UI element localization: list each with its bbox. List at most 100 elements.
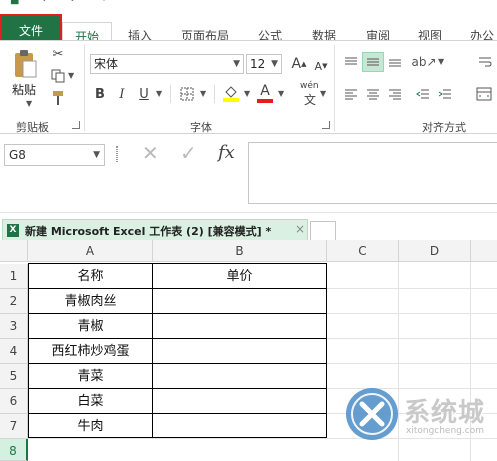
column-header[interactable]: A (28, 240, 153, 262)
row-header[interactable]: 3 (0, 314, 28, 339)
clipboard-launcher-icon[interactable] (72, 121, 80, 129)
shrink-font-icon: A (314, 59, 323, 73)
cell-B2[interactable] (153, 289, 326, 314)
font-size-combo[interactable]: 12 ▼ (246, 54, 282, 74)
cell-A2[interactable]: 青椒肉丝 (29, 289, 152, 314)
cell-A1[interactable]: 名称 (29, 264, 152, 289)
quick-access-toolbar: ■ ↶ ↶ ↷ (0, 0, 497, 10)
cancel-icon[interactable]: ✕ (142, 142, 159, 164)
format-painter-icon[interactable] (48, 89, 68, 107)
column-header[interactable]: D (399, 240, 471, 262)
cell-B7[interactable] (153, 414, 326, 439)
cell-A5[interactable]: 青菜 (29, 364, 152, 389)
merge-center-icon[interactable] (474, 85, 494, 103)
underline-button[interactable]: U (136, 85, 152, 103)
alignment-group-label: 对齐方式 (422, 121, 466, 134)
cell-A4[interactable]: 西红柿炒鸡蛋 (29, 339, 152, 364)
column-header[interactable] (471, 240, 497, 262)
watermark-subtext: xitongcheng.com (406, 426, 484, 436)
resize-handle[interactable] (116, 146, 118, 162)
column-header[interactable]: C (327, 240, 399, 262)
font-color-button[interactable]: A (256, 81, 274, 105)
align-center-icon[interactable] (364, 85, 382, 103)
underline-dropdown-icon[interactable]: ▼ (156, 89, 162, 98)
cell-B3[interactable] (153, 314, 326, 339)
grow-font-button[interactable]: A ▲ (290, 55, 308, 73)
italic-button[interactable]: I (114, 85, 130, 103)
close-icon[interactable]: × (295, 222, 305, 236)
insert-function-button[interactable]: fx (218, 142, 235, 163)
font-name-value: 宋体 (94, 57, 119, 71)
cell-A7[interactable]: 牛肉 (29, 414, 152, 439)
row-header-selected[interactable]: 8 (0, 439, 28, 461)
cell-B1[interactable]: 单价 (153, 264, 326, 289)
save-icon[interactable]: ■ (10, 0, 22, 6)
workbook-tab-bar: X 新建 Microsoft Excel 工作表 (2) [兼容模式] * × (0, 212, 497, 241)
font-color-swatch (257, 99, 273, 103)
font-name-combo[interactable]: 宋体 ▼ (90, 54, 244, 74)
cell-B6[interactable] (153, 389, 326, 414)
borders-dropdown-icon[interactable]: ▼ (200, 89, 206, 98)
cell-B8[interactable] (153, 439, 326, 461)
enter-icon[interactable]: ✓ (180, 142, 197, 164)
align-top-icon[interactable] (342, 53, 360, 71)
align-right-icon[interactable] (386, 85, 404, 103)
paste-icon[interactable] (10, 47, 40, 83)
row-header[interactable]: 2 (0, 289, 28, 314)
cell-B5[interactable] (153, 364, 326, 389)
fill-dropdown-icon[interactable]: ▼ (244, 89, 250, 98)
chevron-down-icon[interactable]: ▼ (93, 145, 100, 165)
ribbon: 粘贴 ▼ ✂ ▼ 剪贴板 宋体 ▼ 12 ▼ A▲ A▼ B I U ▼ ▼ (0, 40, 497, 134)
align-bottom-icon[interactable] (386, 53, 404, 71)
row-header[interactable]: 1 (0, 264, 28, 289)
wrap-text-icon[interactable] (476, 53, 494, 71)
phonetic-char-icon[interactable]: 文 (304, 91, 316, 108)
grow-font-icon: A (291, 56, 302, 72)
bold-button[interactable]: B (92, 85, 108, 103)
font-color-dropdown-icon[interactable]: ▼ (278, 89, 284, 98)
gridline (326, 313, 497, 314)
copy-dropdown-icon[interactable]: ▼ (68, 71, 74, 80)
chevron-down-icon[interactable]: ▼ (233, 55, 240, 73)
undo-arrow-icon[interactable]: ↶ (70, 0, 82, 6)
paste-dropdown-icon[interactable]: ▼ (26, 99, 32, 108)
undo-icon[interactable]: ↶ (42, 0, 54, 6)
gridline (326, 363, 497, 364)
chevron-down-icon[interactable]: ▼ (271, 55, 278, 73)
divider (214, 85, 215, 103)
orientation-icon[interactable]: ab↗ (411, 53, 436, 71)
new-workbook-tab-button[interactable] (310, 221, 336, 241)
row-header[interactable]: 4 (0, 339, 28, 364)
borders-icon[interactable] (178, 85, 196, 103)
align-left-icon[interactable] (342, 85, 360, 103)
ribbon-tab-row: 文件 开始 插入 页面布局 公式 数据 审阅 视图 办公 (0, 10, 497, 50)
watermark-logo: 系统城 xitongcheng.com (344, 378, 497, 461)
copy-icon[interactable] (48, 67, 68, 85)
watermark-text: 系统城 (404, 398, 486, 428)
shrink-font-button[interactable]: A ▼ (312, 57, 330, 75)
row-header[interactable]: 7 (0, 414, 28, 439)
column-header[interactable]: B (153, 240, 327, 262)
formula-input[interactable] (248, 142, 497, 204)
redo-icon[interactable]: ↷ (98, 0, 110, 6)
align-middle-icon[interactable] (362, 52, 384, 72)
paste-label[interactable]: 粘贴 (12, 81, 36, 98)
cell-A6[interactable]: 白菜 (29, 389, 152, 414)
decrease-indent-icon[interactable] (414, 85, 432, 103)
row-header[interactable]: 5 (0, 364, 28, 389)
select-all-corner[interactable] (0, 240, 28, 262)
phonetic-dropdown-icon[interactable]: ▼ (320, 89, 326, 98)
name-box[interactable]: G8 ▼ (4, 144, 105, 166)
cell-B4[interactable] (153, 339, 326, 364)
row-header[interactable]: 6 (0, 389, 28, 414)
increase-indent-icon[interactable] (436, 85, 454, 103)
workbook-tab[interactable]: X 新建 Microsoft Excel 工作表 (2) [兼容模式] * × (2, 219, 308, 241)
cut-icon[interactable]: ✂ (48, 45, 68, 63)
fill-color-icon[interactable] (222, 83, 240, 105)
orientation-dropdown-icon[interactable]: ▼ (438, 57, 444, 66)
font-launcher-icon[interactable] (322, 121, 330, 129)
phonetic-icon[interactable]: wén (300, 81, 319, 91)
excel-icon: X (7, 224, 19, 237)
cell-A3[interactable]: 青椒 (29, 314, 152, 339)
cell-A8[interactable] (29, 439, 152, 461)
